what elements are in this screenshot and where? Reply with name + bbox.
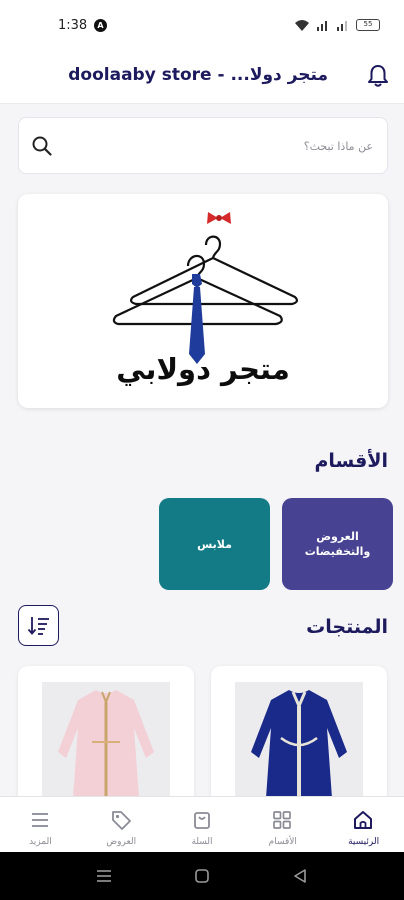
search-icon[interactable]: [31, 135, 53, 157]
nav-categories[interactable]: الأقسام: [242, 797, 323, 853]
nav-offers[interactable]: العروض: [81, 797, 162, 853]
products-title: المنتجات: [306, 616, 388, 638]
tag-icon: [111, 811, 131, 830]
wifi-icon: [295, 20, 309, 31]
nav-label: العروض: [106, 837, 137, 847]
nav-home[interactable]: الرئيسية: [323, 797, 404, 853]
pink-kaftan-image: [42, 682, 170, 806]
banner-brand-text: متجر دولابي: [116, 352, 290, 386]
blue-kaftan-image: [235, 682, 363, 806]
grid-icon: [273, 811, 292, 829]
search-box[interactable]: [18, 117, 388, 174]
back-icon[interactable]: [290, 866, 310, 886]
sort-button[interactable]: [18, 605, 59, 646]
signal-icon-2: [337, 21, 347, 31]
search-input[interactable]: [93, 134, 373, 158]
sort-icon: [27, 617, 49, 635]
categories-title: الأقسام: [314, 450, 389, 472]
nav-label: المزيد: [29, 837, 52, 847]
status-icons: 55: [294, 16, 380, 34]
category-offers[interactable]: العروض والتخفيضات: [282, 498, 393, 590]
status-bar: 1:38 A 55: [0, 0, 404, 52]
store-title: متجر دولا... - doolaaby store: [68, 65, 328, 85]
notification-icon: A: [94, 19, 107, 32]
app-header: متجر دولا... - doolaaby store: [0, 52, 404, 104]
status-time: 1:38: [58, 18, 88, 33]
nav-label: الرئيسية: [348, 837, 380, 847]
bottom-navigation: المزيد العروض السلة الأقسام الرئيسية: [0, 796, 404, 852]
product-card[interactable]: [18, 666, 194, 806]
product-card[interactable]: [211, 666, 387, 806]
recent-apps-icon[interactable]: [94, 866, 114, 886]
store-banner[interactable]: متجر دولابي: [18, 194, 388, 408]
nav-label: الأقسام: [268, 837, 297, 847]
nav-cart[interactable]: السلة: [162, 797, 243, 853]
home-icon: [354, 811, 373, 829]
battery-icon: 55: [356, 19, 380, 31]
nav-label: السلة: [191, 837, 213, 847]
nav-more[interactable]: المزيد: [0, 797, 81, 853]
home-button-icon[interactable]: [192, 866, 212, 886]
menu-icon: [32, 813, 48, 827]
category-clothes[interactable]: ملابس: [159, 498, 270, 590]
bell-icon[interactable]: [364, 62, 392, 90]
system-navigation-bar: [0, 852, 404, 900]
signal-icon: [317, 21, 327, 31]
cart-icon: [193, 812, 210, 829]
